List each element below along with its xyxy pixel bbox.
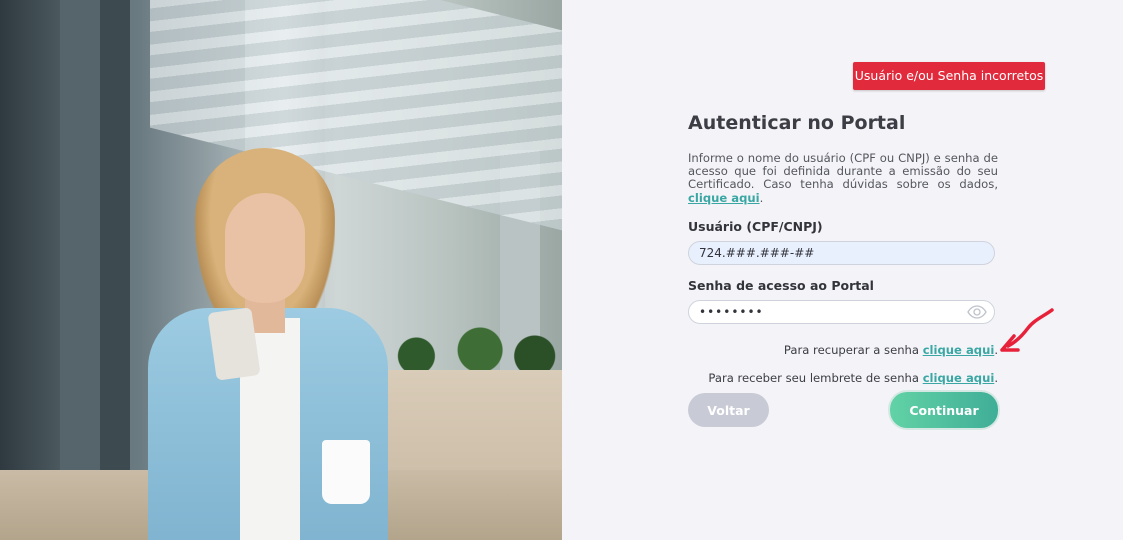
user-label: Usuário (CPF/CNPJ)	[688, 219, 823, 234]
user-input[interactable]	[688, 241, 995, 265]
login-form: Autenticar no Portal Informe o nome do u…	[688, 112, 998, 428]
hero-photo	[0, 0, 562, 540]
reminder-link[interactable]: clique aqui	[923, 371, 995, 385]
reminder-row: Para receber seu lembrete de senha cliqu…	[708, 371, 998, 385]
password-label: Senha de acesso ao Portal	[688, 278, 874, 293]
form-description: Informe o nome do usuário (CPF ou CNPJ) …	[688, 151, 998, 205]
photo-phone	[207, 307, 261, 381]
recover-password-row: Para recuperar a senha clique aqui.	[784, 343, 998, 357]
error-alert: Usuário e/ou Senha incorretos	[853, 62, 1045, 90]
description-end: .	[759, 190, 764, 205]
page-title: Autenticar no Portal	[688, 112, 906, 134]
reminder-end: .	[994, 371, 998, 385]
reminder-text: Para receber seu lembrete de senha	[708, 371, 923, 385]
continue-button[interactable]: Continuar	[890, 392, 998, 428]
help-link[interactable]: clique aqui	[688, 191, 760, 205]
description-text: Informe o nome do usuário (CPF ou CNPJ) …	[688, 151, 998, 192]
red-arrow-icon	[1000, 308, 1054, 352]
recover-text: Para recuperar a senha	[783, 343, 923, 357]
eye-icon[interactable]	[967, 304, 987, 320]
photo-column	[0, 0, 60, 540]
photo-column	[60, 0, 100, 540]
back-button[interactable]: Voltar	[688, 393, 769, 427]
photo-mug	[322, 440, 370, 504]
recover-password-link[interactable]: clique aqui	[923, 343, 995, 357]
password-input[interactable]	[688, 300, 995, 324]
photo-face	[225, 193, 305, 303]
photo-woman	[140, 148, 400, 540]
photo-column	[100, 0, 130, 540]
